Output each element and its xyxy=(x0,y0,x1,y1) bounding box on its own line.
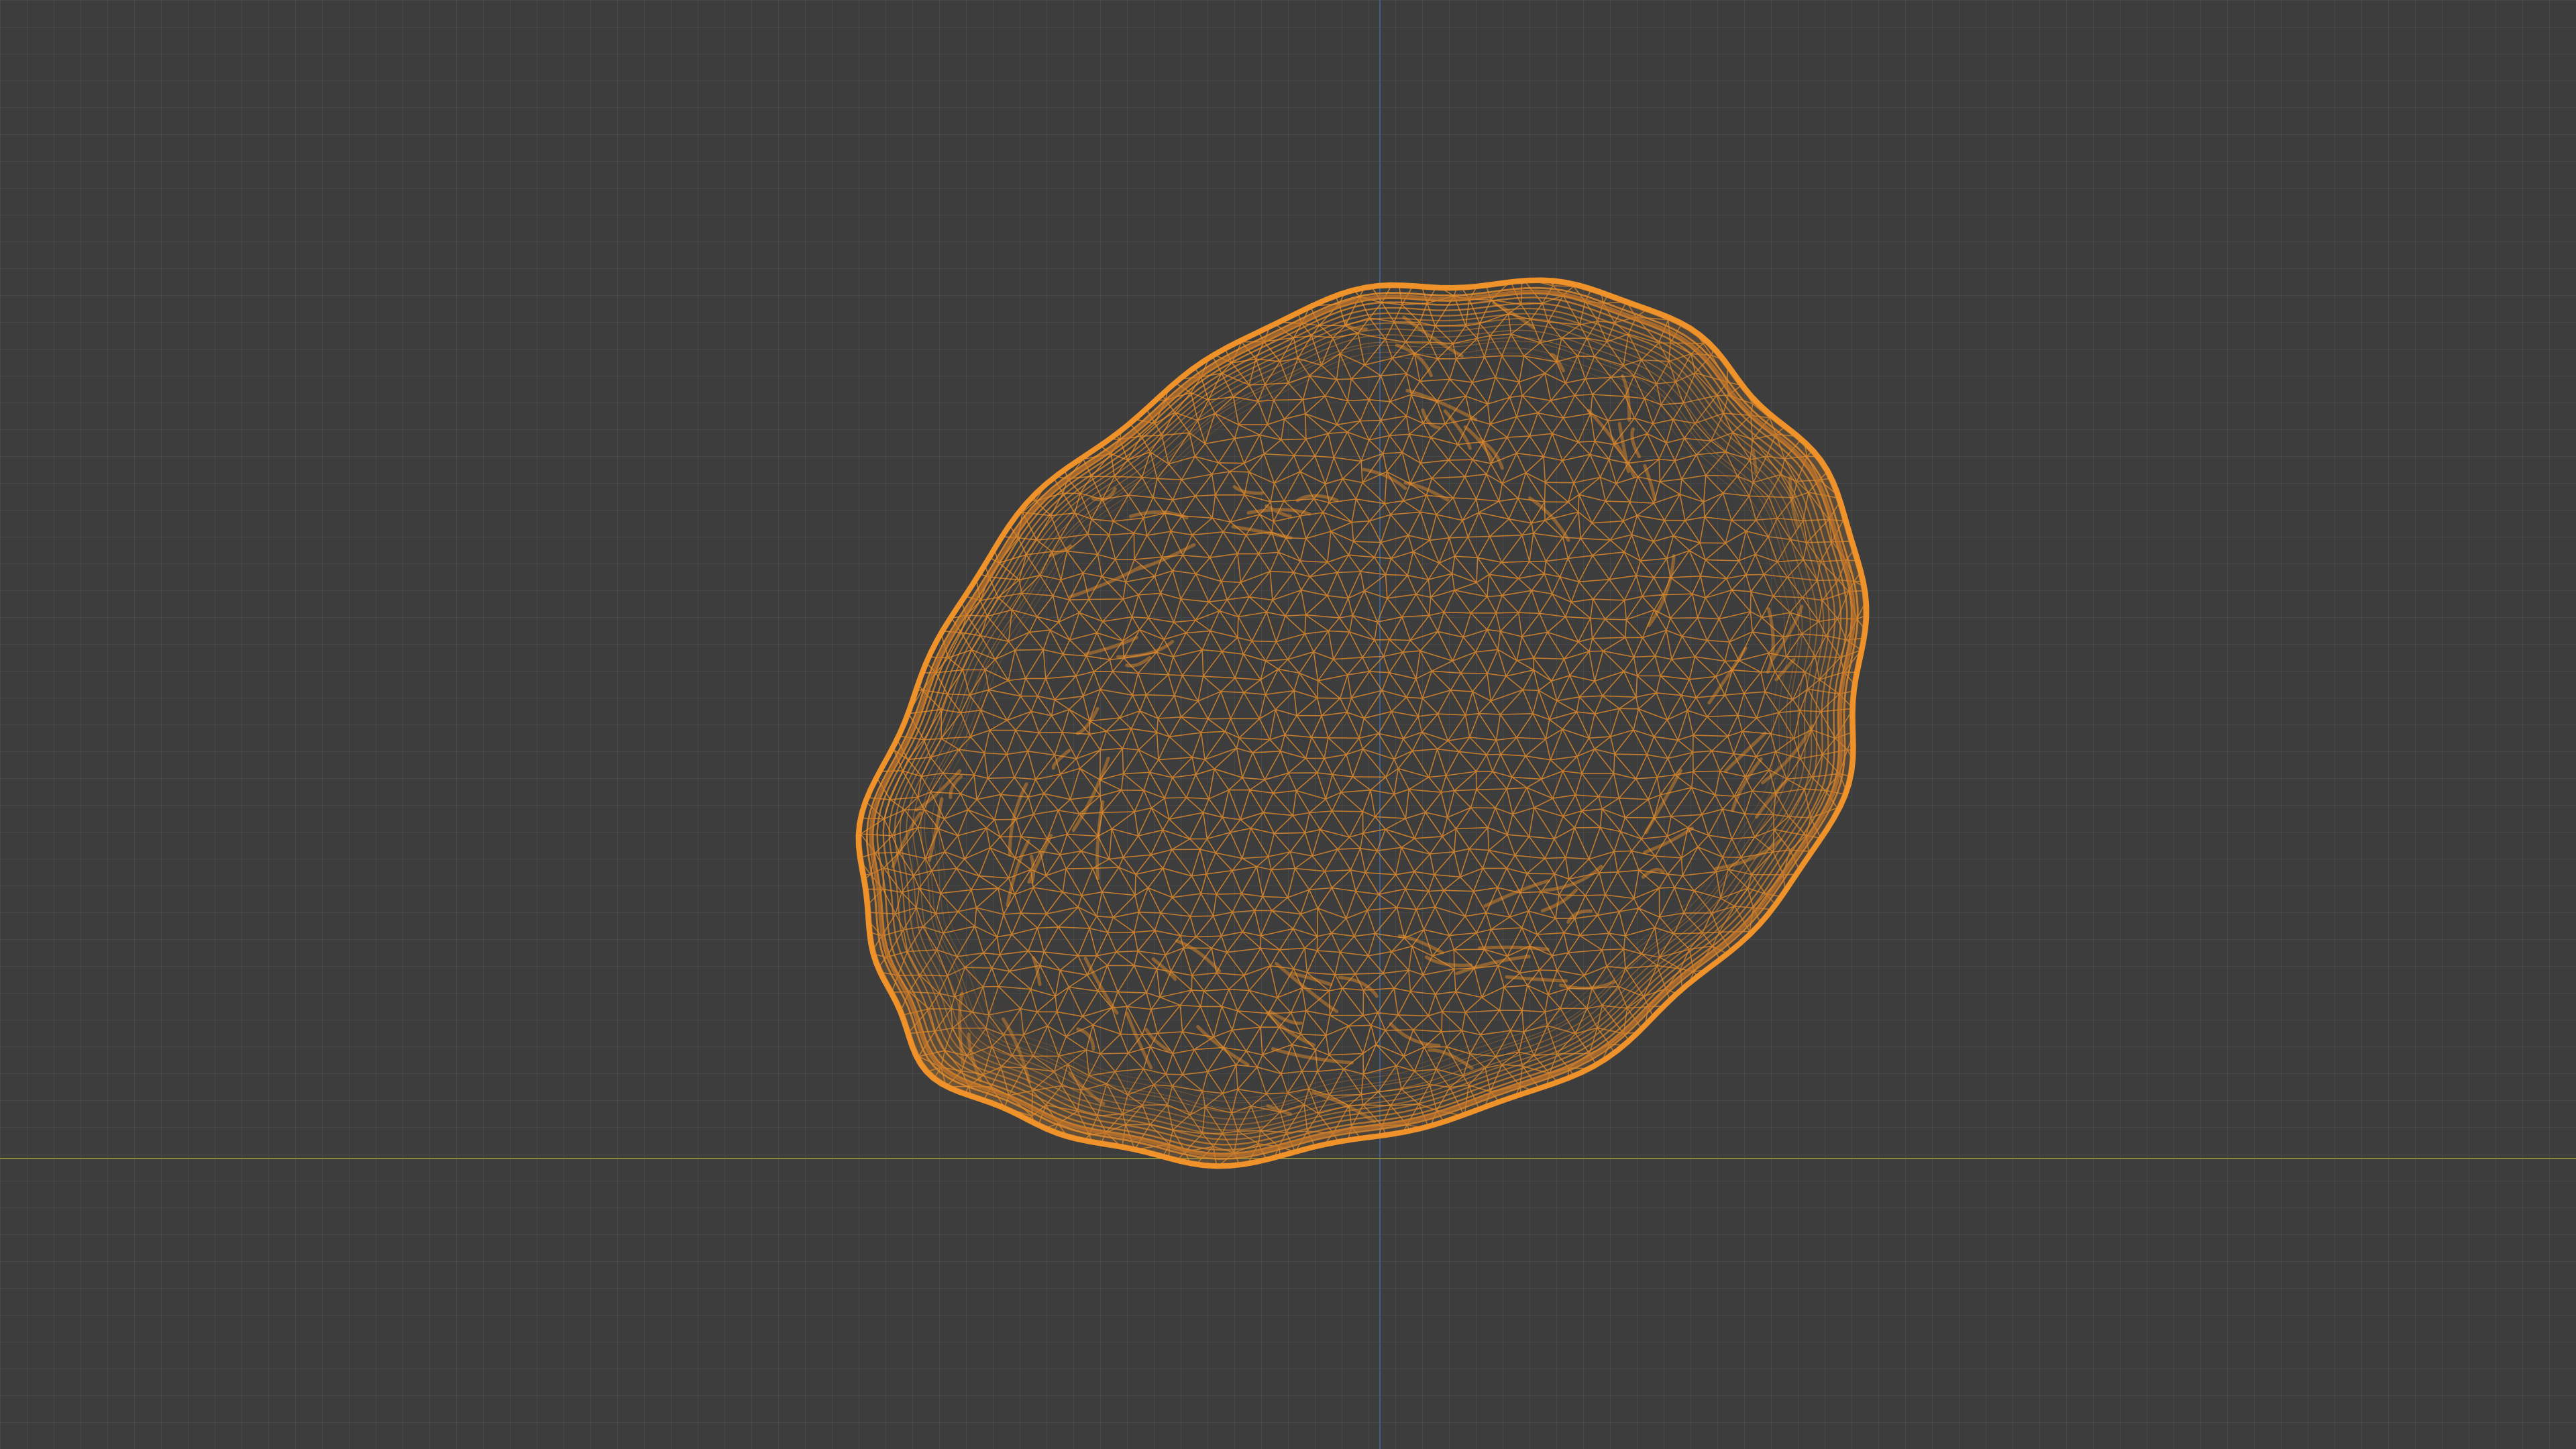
3d-viewport[interactable] xyxy=(0,0,2576,1449)
viewport-scene[interactable] xyxy=(0,0,2576,1449)
